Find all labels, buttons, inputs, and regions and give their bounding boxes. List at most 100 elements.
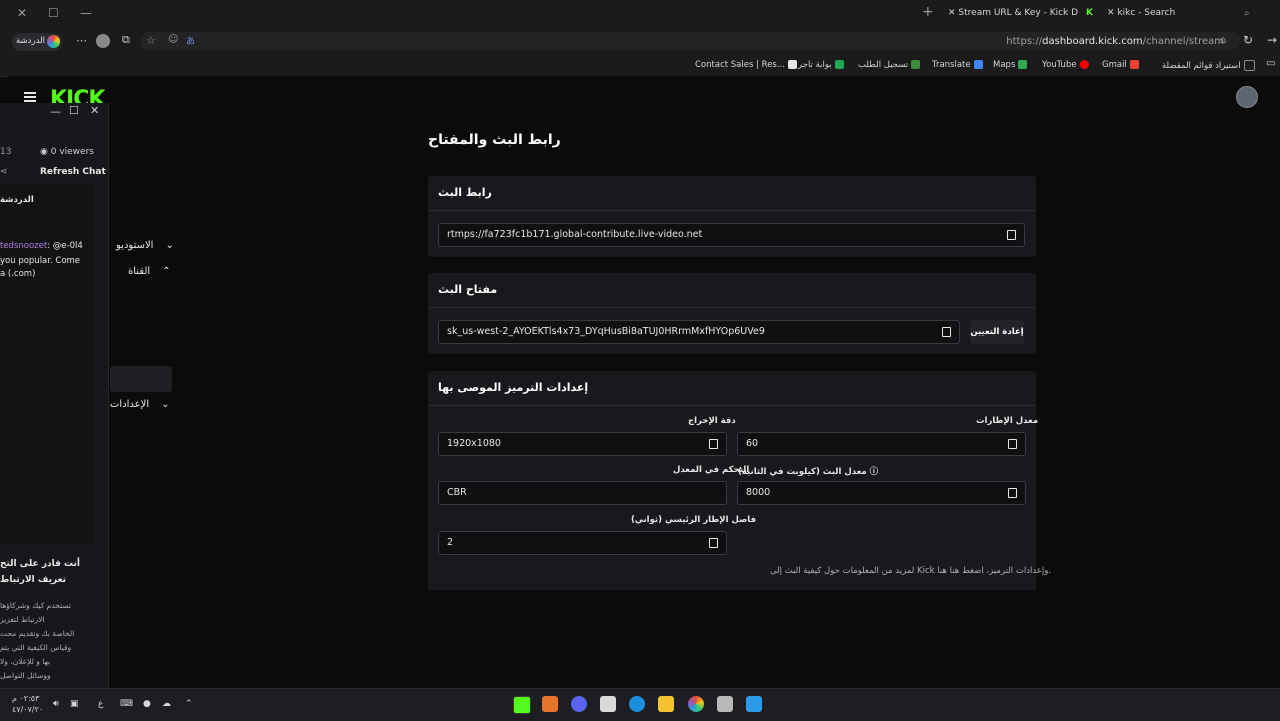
bookmark-translate[interactable]: Translate: [932, 60, 983, 70]
clock[interactable]: ٠٢:٥٣ م ٤٧/٠٧/٢٠: [12, 693, 43, 715]
info-icon[interactable]: ⓘ: [870, 467, 879, 477]
more-icon[interactable]: ⋯: [76, 34, 87, 47]
chat-message-text: a (.com): [0, 269, 36, 279]
search-icon[interactable]: ⌕: [1244, 8, 1250, 19]
bookmark-import-favorites[interactable]: استيراد قوائم المفضلة: [1162, 60, 1255, 71]
chevron-down-icon: ⌄: [165, 240, 174, 251]
sidebar-item-studio[interactable]: الاستوديو ⌄: [116, 240, 174, 251]
copy-icon[interactable]: [1007, 230, 1016, 240]
input-language[interactable]: ع: [98, 699, 103, 709]
keyframe-value: 2: [447, 537, 454, 548]
card-title: مفتاح البث: [438, 283, 498, 296]
task-view-icon[interactable]: [717, 696, 733, 712]
clock-time: ٠٢:٥٣ م: [12, 694, 40, 703]
copilot-app-icon[interactable]: [688, 696, 704, 712]
minimize-window-icon[interactable]: —: [80, 6, 92, 20]
cookie-body: بها و للإعلان، ولا: [0, 657, 51, 666]
cookie-notice: أنت قادر على التح تعريف الارتباط تستخدم …: [0, 547, 84, 688]
stream-url-field[interactable]: rtmps://fa723fc1b171.global-contribute.l…: [438, 223, 1025, 247]
show-hidden-icons[interactable]: ⌃: [185, 699, 193, 709]
profile-chip[interactable]: الدردشة: [12, 33, 62, 51]
translate-page-icon[interactable]: あ: [186, 34, 195, 47]
kick-app-icon[interactable]: [513, 696, 531, 714]
vlc-app-icon[interactable]: [542, 696, 558, 712]
resolution-field[interactable]: 1920x1080: [438, 432, 727, 456]
edge-app-icon[interactable]: [629, 696, 645, 712]
framerate-label: معدل الإطارات: [976, 416, 1039, 426]
close-window-icon[interactable]: ✕: [90, 104, 99, 117]
start-menu-icon[interactable]: [746, 696, 762, 712]
tab-stream-url[interactable]: ✕ Stream URL & Key - Kick Dashboard: [948, 8, 1078, 18]
bitrate-value: 8000: [746, 487, 771, 498]
close-window-icon[interactable]: ✕: [17, 6, 27, 20]
account-icon[interactable]: [96, 34, 110, 48]
profile-label: الدردشة: [16, 36, 45, 46]
discord-app-icon[interactable]: [571, 696, 587, 712]
bookmarks-menu-icon[interactable]: ▭: [1266, 58, 1275, 69]
card-title: رابط البث: [438, 186, 492, 199]
network-icon[interactable]: ▣: [70, 699, 79, 709]
chat-username[interactable]: tedsnoozet: [0, 241, 47, 251]
forward-icon[interactable]: →: [1267, 33, 1277, 47]
chat-title: الدردشة: [0, 195, 34, 205]
rate-control-field[interactable]: CBR: [438, 481, 727, 505]
new-tab-icon[interactable]: +: [922, 4, 934, 20]
copy-icon[interactable]: [1008, 488, 1017, 498]
bookmark-label: Contact Sales | Res...: [695, 60, 785, 70]
user-avatar[interactable]: [1236, 86, 1258, 108]
bookmark-label: تسجيل الطلب: [858, 60, 909, 70]
sidebar-label: الاستوديو: [116, 240, 154, 251]
site-info-icon[interactable]: ⌂: [1220, 35, 1226, 46]
copy-icon[interactable]: [942, 327, 951, 337]
reset-key-button[interactable]: إعادة التعيين: [970, 320, 1024, 344]
bookmark-contact-sales[interactable]: Contact Sales | Res...: [695, 60, 797, 70]
encoding-info-text[interactable]: لمزيد من المعلومات حول كيفية البث إلى Ki…: [770, 566, 1051, 576]
bookmark-label: استيراد قوائم المفضلة: [1162, 61, 1241, 71]
minimize-window-icon[interactable]: —: [50, 105, 61, 118]
store-app-icon[interactable]: [600, 696, 616, 712]
card-divider: [428, 405, 1036, 406]
bitrate-field[interactable]: 8000: [737, 481, 1026, 505]
keyboard-icon[interactable]: ⌨: [120, 699, 133, 709]
copy-icon[interactable]: [709, 538, 718, 548]
volume-icon[interactable]: 🔊︎: [53, 699, 59, 709]
cookie-body: الخاصة بك وتقديم محت: [0, 629, 75, 638]
tab-label: Stream URL & Key - Kick Dashboard: [958, 8, 1078, 18]
bitrate-label: معدل البث (كيلوبت في الثانية) ⓘ: [738, 465, 878, 477]
card-title: إعدادات الترميز الموصى بها: [438, 381, 589, 394]
maps-logo-icon: [1018, 60, 1028, 69]
youtube-logo-icon: [1079, 60, 1089, 69]
gmail-logo-icon: [1129, 60, 1139, 69]
emoji-icon[interactable]: ☺: [168, 34, 178, 45]
microphone-icon[interactable]: ●: [143, 699, 151, 709]
bookmark-gmail[interactable]: Gmail: [1102, 60, 1139, 70]
chat-count: 13: [0, 147, 12, 157]
stream-key-field[interactable]: sk_us-west-2_AYOEKTls4x73_DYqHusBi8aTUJ0…: [438, 320, 960, 344]
bookmark-maps[interactable]: Maps: [993, 60, 1028, 70]
share-icon[interactable]: ⋖: [0, 167, 8, 177]
tab-search[interactable]: ✕ kikc - Search: [1107, 8, 1175, 18]
resolution-label: دقة الإخراج: [688, 416, 736, 426]
cloud-icon[interactable]: ☁: [162, 699, 171, 709]
bookmark-youtube[interactable]: YouTube: [1042, 60, 1089, 70]
bookmark-order-registration[interactable]: تسجيل الطلب: [858, 60, 921, 70]
bookmark-label: بوابة تاجر: [798, 60, 832, 70]
extensions-icon[interactable]: ⧉: [122, 33, 130, 47]
favorite-star-icon[interactable]: ☆: [146, 34, 156, 47]
bookmark-merchant-portal[interactable]: بوابة تاجر: [798, 60, 844, 70]
kick-tab-icon: K: [1086, 8, 1093, 18]
keyframe-field[interactable]: 2: [438, 531, 727, 555]
sidebar-item-active[interactable]: [110, 366, 172, 392]
copy-icon[interactable]: [1008, 439, 1017, 449]
framerate-field[interactable]: 60: [737, 432, 1026, 456]
refresh-icon[interactable]: ↻: [1243, 33, 1253, 47]
cookie-body: الارتباط لتعزيز: [0, 615, 45, 624]
stream-url-value: rtmps://fa723fc1b171.global-contribute.l…: [447, 229, 703, 240]
file-explorer-icon[interactable]: [658, 696, 674, 712]
copy-icon[interactable]: [709, 439, 718, 449]
refresh-chat-button[interactable]: Refresh Chat: [40, 167, 106, 177]
sidebar-item-channel[interactable]: القناة ⌃: [128, 266, 171, 277]
sidebar-item-settings[interactable]: الإعدادات ⌄: [110, 399, 170, 410]
maximize-window-icon[interactable]: ☐: [69, 104, 79, 117]
maximize-window-icon[interactable]: ☐: [48, 6, 59, 20]
